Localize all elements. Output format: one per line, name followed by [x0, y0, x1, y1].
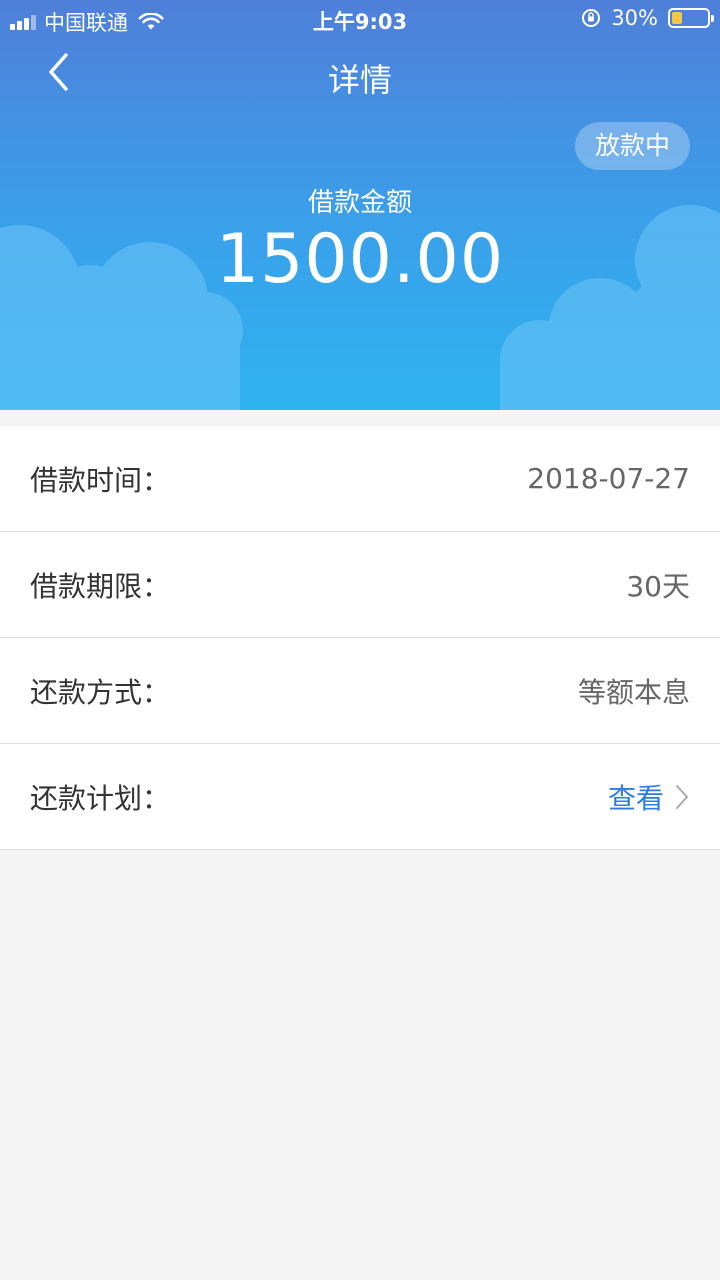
- battery-icon: [668, 8, 714, 28]
- loan-detail-list: 借款时间： 2018-07-27 借款期限： 30天 还款方式： 等额本息 还款…: [0, 426, 720, 850]
- detail-row-repayment-method: 还款方式： 等额本息: [0, 638, 720, 744]
- status-bar: 中国联通 上午9:03 30%: [0, 0, 720, 38]
- detail-value: 2018-07-27: [527, 462, 690, 495]
- detail-label: 借款时间：: [30, 463, 171, 497]
- detail-value: 30天: [626, 569, 690, 603]
- battery-percent: 30%: [611, 6, 658, 30]
- page-title: 详情: [327, 61, 392, 99]
- battery-level: [672, 12, 683, 24]
- amount-value: 1500.00: [215, 220, 505, 299]
- rotation-lock-icon: [582, 9, 601, 27]
- view-repayment-plan-link[interactable]: 查看: [608, 777, 690, 817]
- loan-status-badge: 放款中: [574, 122, 690, 170]
- loan-header: 中国联通 上午9:03 30% 详情 放款中 借款金额 1500.00: [0, 0, 720, 410]
- amount-label: 借款金额: [307, 188, 412, 218]
- detail-label: 还款方式：: [30, 675, 171, 709]
- screen: 中国联通 上午9:03 30% 详情 放款中 借款金额 1500.00 借款时间…: [0, 0, 720, 1280]
- view-link-text: 查看: [607, 781, 664, 815]
- detail-value: 等额本息: [577, 675, 690, 709]
- detail-row-loan-term: 借款期限： 30天: [0, 532, 720, 638]
- detail-row-loan-time: 借款时间： 2018-07-27: [0, 426, 720, 532]
- detail-label: 借款期限：: [30, 569, 171, 603]
- detail-label: 还款计划：: [30, 781, 171, 815]
- detail-row-repayment-plan[interactable]: 还款计划： 查看: [0, 744, 720, 850]
- chevron-right-icon: [676, 784, 688, 809]
